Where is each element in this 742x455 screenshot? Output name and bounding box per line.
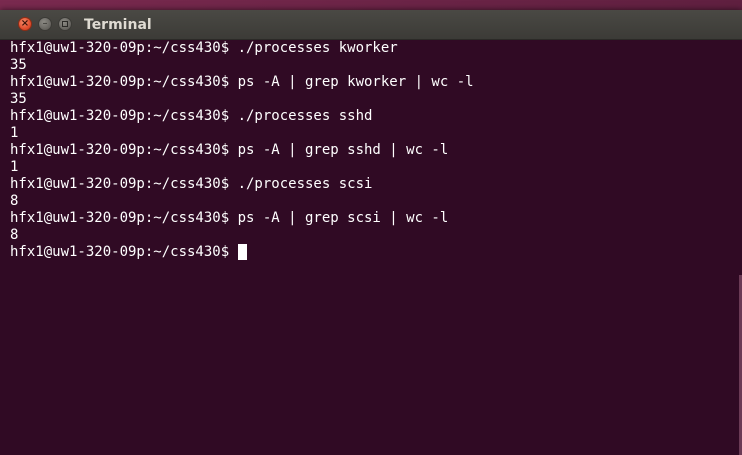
terminal-line: 1 — [10, 125, 19, 141]
maximize-icon — [62, 21, 68, 27]
scrollbar[interactable] — [738, 40, 742, 455]
terminal-line: hfx1@uw1-320-09p:~/css430$ ./processes k… — [10, 40, 398, 56]
prompt: hfx1@uw1-320-09p:~/css430$ — [10, 244, 238, 260]
text-cursor — [237, 244, 247, 260]
terminal-line: 8 — [10, 193, 19, 209]
terminal-window: × – Terminal hfx1@uw1-320-09p:~/css430$ … — [0, 10, 742, 455]
close-button[interactable]: × — [18, 17, 32, 31]
terminal-line: hfx1@uw1-320-09p:~/css430$ ./processes s… — [10, 108, 373, 124]
terminal-output[interactable]: hfx1@uw1-320-09p:~/css430$ ./processes k… — [0, 40, 738, 455]
terminal-line: hfx1@uw1-320-09p:~/css430$ ./processes s… — [10, 176, 373, 192]
prompt-line[interactable]: hfx1@uw1-320-09p:~/css430$ — [10, 244, 738, 261]
window-title: Terminal — [84, 17, 152, 33]
terminal-line: hfx1@uw1-320-09p:~/css430$ ps -A | grep … — [10, 210, 449, 226]
minimize-icon: – — [42, 18, 48, 29]
terminal-line: 35 — [10, 91, 27, 107]
title-bar[interactable]: × – Terminal — [0, 10, 742, 40]
terminal-line: hfx1@uw1-320-09p:~/css430$ ps -A | grep … — [10, 142, 449, 158]
close-icon: × — [20, 18, 30, 29]
terminal-line: 35 — [10, 57, 27, 73]
terminal-line: 8 — [10, 227, 19, 243]
terminal-line: hfx1@uw1-320-09p:~/css430$ ps -A | grep … — [10, 74, 474, 90]
maximize-button[interactable] — [58, 17, 72, 31]
minimize-button[interactable]: – — [38, 17, 52, 31]
terminal-line: 1 — [10, 159, 19, 175]
